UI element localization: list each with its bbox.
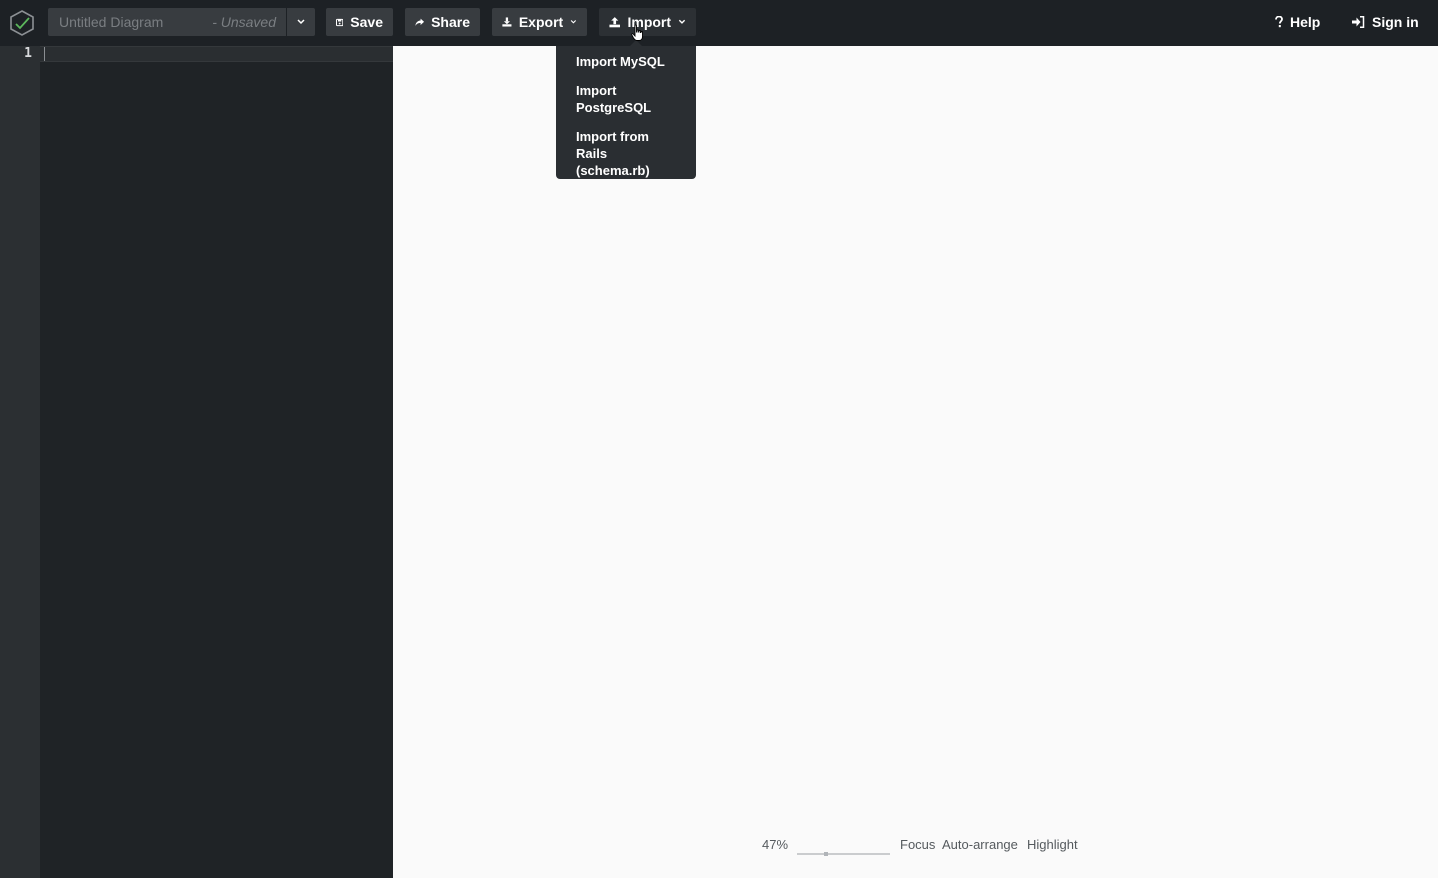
zoom-level-label: 47% xyxy=(762,837,789,852)
export-button-label: Export xyxy=(518,14,564,30)
diagram-title-placeholder: Untitled Diagram xyxy=(59,14,164,30)
sign-in-link[interactable]: Sign in xyxy=(1352,8,1419,36)
editor-gutter: 1 xyxy=(0,46,40,878)
save-button-label: Save xyxy=(350,14,383,30)
import-postgresql-item[interactable]: Import PostgreSQL xyxy=(576,82,682,116)
app-logo-icon[interactable] xyxy=(8,9,36,37)
hand-pointer-icon xyxy=(631,24,643,41)
import-mysql-item[interactable]: Import MySQL xyxy=(576,53,682,70)
chevron-down-icon xyxy=(570,20,577,24)
diagram-title-input[interactable]: Untitled Diagram - Unsaved xyxy=(48,8,286,36)
import-rails-item[interactable]: Import from Rails (schema.rb) xyxy=(576,128,682,179)
import-button[interactable]: Import xyxy=(599,8,696,36)
chevron-down-icon xyxy=(678,19,686,24)
help-link-label: Help xyxy=(1290,14,1321,30)
chevron-down-icon xyxy=(297,19,305,25)
share-button[interactable]: Share xyxy=(405,8,480,36)
text-cursor xyxy=(44,47,45,61)
zoom-slider-track xyxy=(797,852,890,856)
diagram-menu-button[interactable] xyxy=(287,8,315,36)
highlight-button[interactable]: Highlight xyxy=(1027,836,1078,854)
focus-button[interactable]: Focus xyxy=(900,836,935,854)
help-link[interactable]: Help xyxy=(1275,8,1320,36)
download-icon xyxy=(502,17,512,27)
diagram-canvas[interactable] xyxy=(393,46,1438,878)
active-line-highlight xyxy=(40,46,393,62)
sign-in-link-label: Sign in xyxy=(1372,14,1419,30)
upload-icon xyxy=(609,17,621,28)
question-icon xyxy=(1275,16,1283,28)
export-button[interactable]: Export xyxy=(492,8,587,36)
zoom-slider[interactable] xyxy=(797,843,890,856)
import-dropdown-menu: Import MySQL Import PostgreSQL Import fr… xyxy=(556,40,696,179)
zoom-slider-thumb[interactable] xyxy=(824,852,828,856)
share-icon xyxy=(415,18,425,26)
share-button-label: Share xyxy=(431,14,470,30)
auto-arrange-button[interactable]: Auto-arrange xyxy=(942,836,1018,854)
save-button[interactable]: Save xyxy=(326,8,393,36)
save-icon xyxy=(336,18,344,26)
sign-in-icon xyxy=(1352,16,1365,28)
line-number: 1 xyxy=(24,46,32,61)
save-state-label: - Unsaved xyxy=(212,14,276,30)
top-bar: Untitled Diagram - Unsaved Save Share Ex… xyxy=(0,0,1438,46)
code-editor[interactable]: 1 xyxy=(0,46,393,878)
